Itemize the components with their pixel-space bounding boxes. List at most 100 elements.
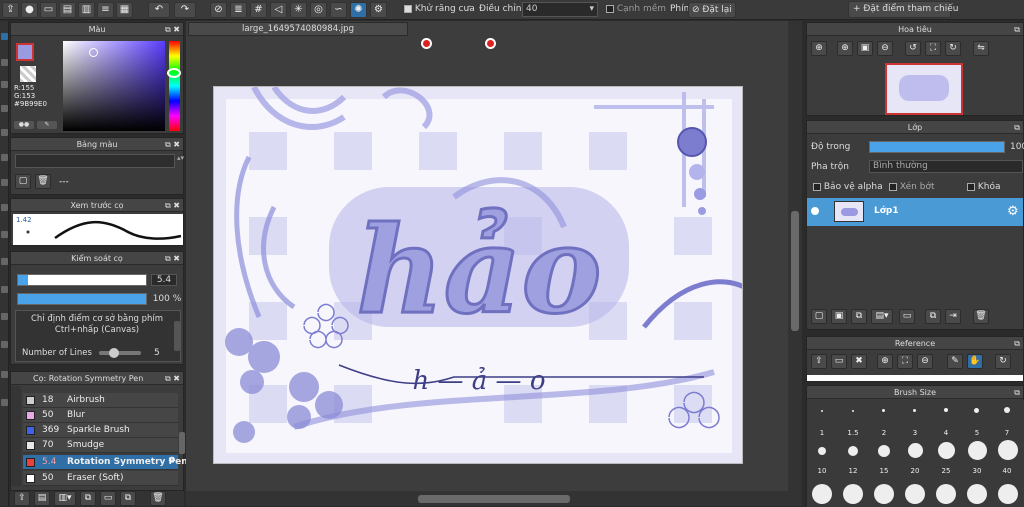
brush-item-airbrush[interactable]: 18 Airbrush [23, 393, 178, 408]
brush-item-sparkle[interactable]: 369 Sparkle Brush [23, 423, 178, 438]
color-picker-cursor[interactable] [89, 48, 98, 57]
comment-icon[interactable]: ● [21, 2, 38, 18]
new-brush-icon[interactable]: ⇪ [14, 491, 30, 506]
brush-size-value[interactable]: 5.4 [151, 274, 177, 286]
curve-ruler-icon[interactable]: ∽ [330, 2, 347, 18]
eraser-tool-icon[interactable] [1, 59, 8, 66]
copy-layer-icon[interactable]: ⧉ [851, 309, 867, 324]
select-tool-icon[interactable] [1, 105, 8, 112]
rotate-tool-icon[interactable] [1, 313, 8, 320]
delete-brush-icon[interactable]: 🗑 [150, 491, 166, 506]
brush-size-dot[interactable] [852, 410, 854, 412]
move-tool-icon[interactable] [1, 81, 8, 88]
perspective-icon[interactable]: ◁ [270, 2, 287, 18]
navigator-thumbnail[interactable] [885, 63, 963, 115]
blend-mode-select[interactable]: Bình thường [869, 160, 1023, 173]
sub-color-swatch[interactable] [20, 66, 36, 82]
brush-size-dot[interactable] [998, 440, 1018, 460]
hint-scrollbar[interactable] [174, 321, 180, 351]
drawing-canvas[interactable]: hảo h — ả — o [213, 86, 743, 464]
panel-popout-icon[interactable]: ⧉ [1014, 23, 1020, 36]
brush-size-dot[interactable] [968, 441, 987, 460]
brush-item-smudge[interactable]: 70 Smudge [23, 438, 178, 453]
combine-icon[interactable]: ⇥ [945, 309, 961, 324]
panel-popout-icon[interactable]: ⧉ [1014, 337, 1020, 350]
grid-ruler-icon[interactable]: # [250, 2, 267, 18]
brush-size-dot[interactable] [967, 484, 987, 504]
delete-palette-icon[interactable]: 🗑 [35, 174, 51, 189]
brush-size-dot[interactable] [878, 445, 890, 457]
delete-layer-icon[interactable]: 🗑 [973, 309, 989, 324]
palette-scroll-icon[interactable]: ▴▾ [177, 154, 184, 168]
layer-menu-icon[interactable]: ▤▾ [871, 309, 893, 324]
undo-icon[interactable]: ↶ [148, 2, 170, 18]
zoom-in-alt-icon[interactable]: ⊕ [837, 41, 853, 56]
reference-zoom-out-icon[interactable]: ⊖ [917, 354, 933, 369]
layer-row-lop1[interactable]: Lớp1 ⚙ [807, 198, 1023, 226]
eyedropper-icon[interactable]: ✎ [37, 121, 57, 129]
panel-popout-icon[interactable]: ⧉ [1014, 386, 1020, 399]
hand-tool-icon[interactable] [1, 258, 8, 265]
close-reference-icon[interactable]: ✖ [851, 354, 867, 369]
layer-menu-icon[interactable]: ≡ [97, 2, 114, 18]
no-ruler-icon[interactable]: ⊘ [210, 2, 227, 18]
brush-settings-gear-icon[interactable]: ⚙ [168, 456, 176, 466]
brush-size-dot[interactable] [882, 409, 885, 412]
antialias-checkbox[interactable] [404, 4, 412, 13]
soft-edge-checkbox[interactable] [606, 4, 614, 13]
panel-close-icon[interactable]: ⧉ ✖ [165, 199, 180, 212]
symmetry-handle-left[interactable] [421, 38, 432, 49]
brush-list-scrollbar[interactable] [179, 432, 185, 454]
brush-item-rotation-symmetry[interactable]: 5.4 Rotation Symmetry Pen ⚙ [23, 455, 188, 470]
hue-slider-handle[interactable] [167, 68, 181, 78]
brush-size-dot[interactable] [1004, 407, 1010, 413]
ruler-settings-icon[interactable]: ⚙ [370, 2, 387, 18]
color-mode-button[interactable]: ●● [14, 121, 34, 129]
reference-fit-icon[interactable]: ⛶ [897, 354, 913, 369]
brush-item-blur[interactable]: 50 Blur [23, 408, 178, 423]
panel-popout-icon[interactable]: ⧉ [1014, 121, 1020, 134]
panel-close-icon[interactable]: ⧉ ✖ [165, 138, 180, 151]
layer-visibility-icon[interactable] [811, 207, 819, 215]
gradient-tool-icon[interactable] [1, 179, 8, 186]
lock-checkbox[interactable] [967, 182, 975, 191]
concentric-icon[interactable]: ◎ [310, 2, 327, 18]
brush-type-icon[interactable]: ▤ [34, 491, 50, 506]
radial-icon[interactable]: ✳ [290, 2, 307, 18]
layer-folder-icon[interactable]: ▭ [899, 309, 915, 324]
hue-slider[interactable] [167, 41, 181, 131]
symmetry-handle-right[interactable] [485, 38, 496, 49]
export-icon[interactable]: ⇪ [2, 2, 19, 18]
brush-size-dot[interactable] [998, 484, 1018, 504]
brush-size-dot[interactable] [812, 484, 832, 504]
brush-size-dot[interactable] [843, 484, 863, 504]
layer-settings-gear-icon[interactable]: ⚙ [1007, 204, 1019, 219]
palette-area[interactable] [15, 154, 175, 168]
canvas-vscrollbar[interactable] [791, 211, 799, 331]
parallel-ruler-icon[interactable]: ≣ [230, 2, 247, 18]
brush-size-dot[interactable] [936, 484, 956, 504]
duplicate-icon[interactable]: ⧉ [120, 491, 136, 506]
new-layer-type-icon[interactable]: ▣ [831, 309, 847, 324]
number-of-lines-handle[interactable] [109, 348, 119, 358]
import-image-icon[interactable]: ⇪ [811, 354, 827, 369]
blur-tool-icon[interactable] [1, 371, 8, 378]
panel-close-icon[interactable]: ⧉ ✖ [165, 252, 180, 265]
brush-size-dot[interactable] [938, 442, 955, 459]
brush-size-dot[interactable] [944, 408, 948, 412]
brush-size-dot[interactable] [908, 443, 923, 458]
eyedropper-tool-icon[interactable] [1, 231, 8, 238]
adjust-select[interactable]: 40 ▾ [522, 2, 598, 17]
reset-button[interactable]: ⊘ Đặt lại [688, 2, 736, 18]
symmetry-ruler-icon[interactable]: ✺ [350, 2, 367, 18]
fit-icon[interactable]: ▣ [857, 41, 873, 56]
panel-close-icon[interactable]: ⧉ ✖ [165, 23, 180, 36]
document-icon[interactable]: ▤ [59, 2, 76, 18]
copy-brush-icon[interactable]: ⧉ [80, 491, 96, 506]
layer-opacity-slider[interactable] [869, 141, 1005, 153]
lasso-tool-icon[interactable] [1, 129, 8, 136]
chat-icon[interactable]: ▭ [40, 2, 57, 18]
rotate-right-icon[interactable]: ↻ [945, 41, 961, 56]
brush-size-slider[interactable] [17, 274, 147, 286]
zoom-tool-icon[interactable] [1, 286, 8, 293]
